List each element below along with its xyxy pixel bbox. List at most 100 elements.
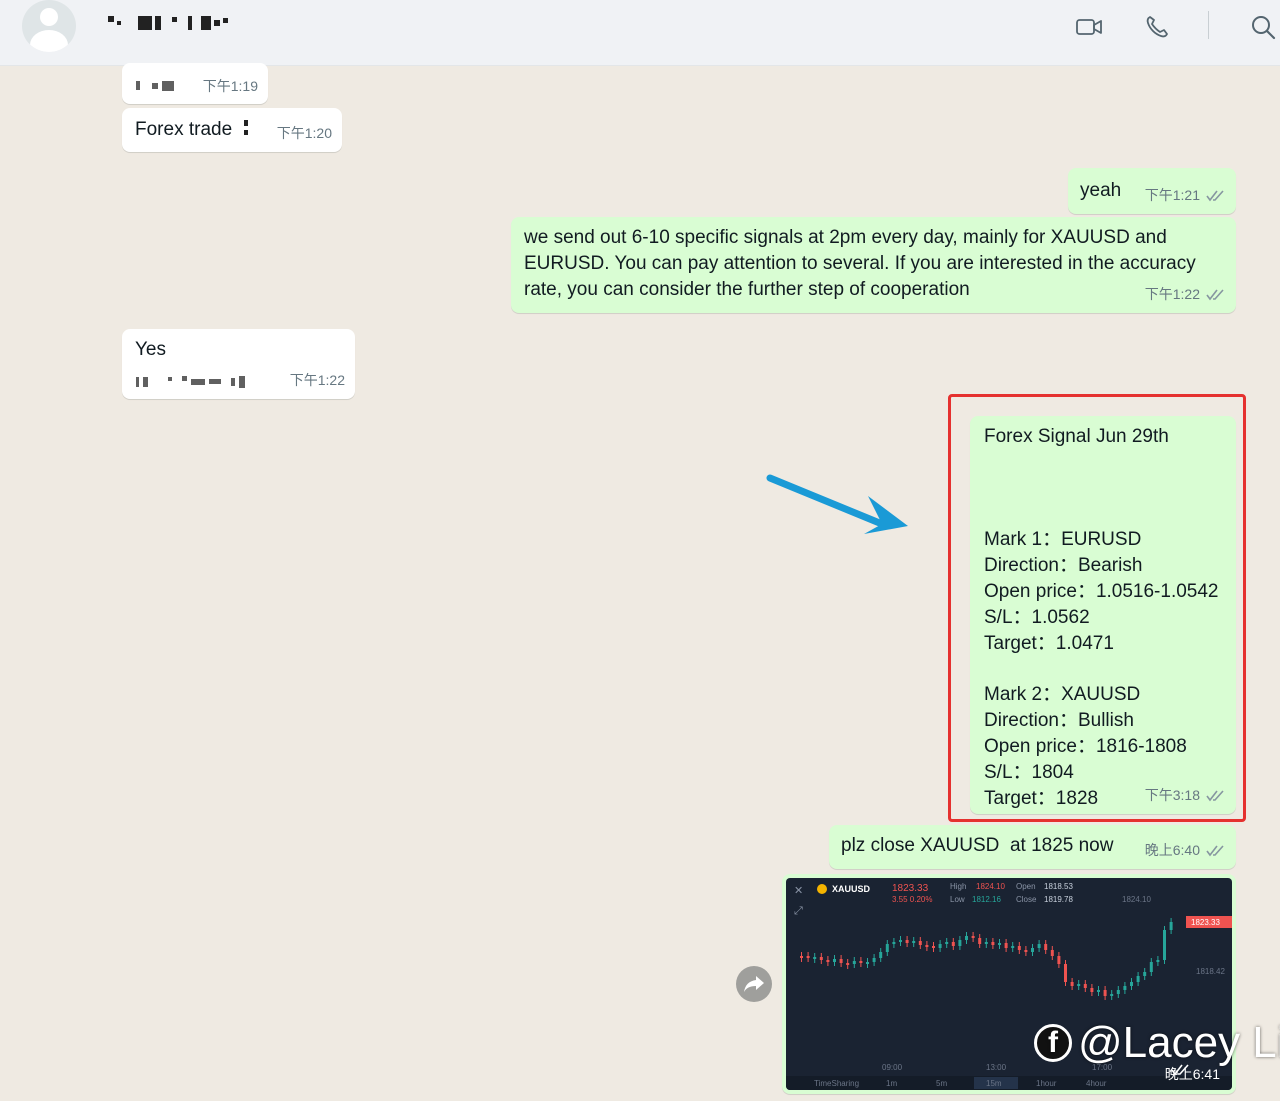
candle-body [925,945,929,947]
message-time: 下午1:21 [1145,182,1226,208]
candle-body [899,940,902,942]
forward-icon [744,976,764,992]
chart-open-label: Open [1016,882,1036,891]
candle-body [1110,994,1114,996]
candle-body [978,938,982,944]
timeframe-tab: 4hour [1086,1079,1107,1088]
chart-open: 1818.53 [1044,882,1073,891]
chart-high: 1824.10 [976,882,1005,891]
candle-body [1149,962,1153,972]
candle-body [833,959,836,962]
candle-body [1083,984,1087,988]
candle-body [998,943,1001,945]
message-time: 下午1:20 [276,125,332,141]
header-divider [1208,11,1209,39]
chart-close-icon: ✕ [794,885,803,897]
voice-call-icon[interactable] [1142,12,1172,42]
candle-body [912,941,916,943]
candle-body [1116,990,1120,994]
candle-body [859,961,863,963]
message-time: 下午1:22 [1145,281,1226,307]
message-text: plz close XAUUSD at 1825 now [841,835,1114,856]
candle-body [826,960,830,962]
redacted-text [136,73,178,99]
candle-body [965,936,968,940]
candle-body [1077,984,1081,986]
candle-body [951,942,955,946]
chart-expand-icon: ⤢ [794,905,803,917]
chart-close: 1819.78 [1044,895,1073,904]
candle-body [885,944,889,952]
read-receipt-icon [1206,190,1224,202]
chart-low-label: Low [950,895,965,904]
message-time: 下午1:22 [289,372,345,388]
chart-close-label: Close [1016,895,1037,904]
candle-body [1037,944,1041,948]
candle-body [1130,982,1133,986]
contact-name-redacted[interactable] [108,12,231,34]
candle-body [1103,990,1107,996]
search-icon[interactable] [1248,12,1278,42]
message-incoming[interactable]: Forex trade 下午1:20 [122,108,342,152]
chart-price: 1823.33 [892,883,929,894]
price-axis-label: 1824.10 [1122,895,1151,904]
candle-body [1011,946,1015,948]
candle-body [991,942,995,945]
message-time: 晚上6:40 [1145,837,1226,863]
candle-body [1031,948,1034,952]
candle-body [1090,988,1094,992]
contact-avatar[interactable] [22,0,76,52]
time-axis-label: 13:00 [986,1063,1007,1072]
message-time: 下午1:19 [202,78,258,94]
candle-body [1156,960,1160,962]
message-outgoing[interactable]: plz close XAUUSD at 1825 now 晚上6:40 [829,825,1236,869]
candle-body [938,944,942,948]
read-receipt-icon [1206,845,1224,857]
timeframe-tab: 1hour [1036,1079,1057,1088]
chart-change: 3.55 0.20% [892,895,932,904]
message-text: Forex trade [135,119,233,140]
candle-body [1136,976,1140,982]
candle-body [1017,946,1021,950]
message-outgoing[interactable]: we send out 6-10 specific signals at 2pm… [511,217,1236,313]
chart-high-label: High [950,882,966,891]
chat-header [0,0,1280,66]
timeframe-tab: TimeSharing [814,1079,859,1088]
candle-body [852,961,856,964]
candle-body [1123,986,1127,990]
message-incoming[interactable]: Yes 下午1:22 [122,329,355,399]
watermark: f @Lacey Li [1034,1018,1280,1068]
message-outgoing[interactable]: yeah 下午1:21 [1068,168,1236,214]
message-incoming[interactable]: 下午1:19 [122,63,268,104]
message-text: Yes [135,339,166,360]
candle-body [971,936,975,938]
candle-body [1057,956,1061,964]
message-text: we send out 6-10 specific signals at 2pm… [524,227,1196,300]
message-text: yeah [1080,180,1122,201]
candle-body [1097,990,1100,992]
redacted-text [136,369,249,395]
candle-body [1143,972,1147,976]
candle-body [800,956,803,958]
candle-body [892,942,896,944]
watermark-text: @Lacey Li [1078,1018,1280,1067]
candle-body [984,942,988,944]
candle-body [1064,964,1067,982]
highlight-frame [948,394,1246,822]
gold-icon [817,884,827,894]
candle-body [839,959,843,963]
candle-body [1024,950,1028,952]
price-axis-label: 1823.33 [1191,918,1220,927]
forward-button[interactable] [736,966,772,1002]
facebook-logo-icon: f [1034,1024,1072,1062]
candle-body [1044,944,1048,950]
candle-body [905,940,909,943]
candle-body [819,957,823,960]
candle-body [872,958,876,962]
candle-body [806,956,810,958]
timeframe-tab: 15m [986,1079,1002,1088]
candle-body [932,946,935,948]
video-call-icon[interactable] [1074,12,1104,42]
message-list[interactable]: 下午1:19 Forex trade 下午1:20 yeah 下午1:21 we… [0,63,1280,1101]
candle-body [879,952,883,958]
